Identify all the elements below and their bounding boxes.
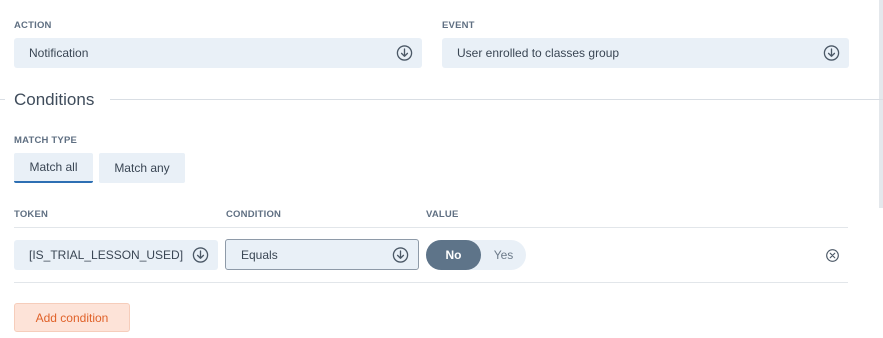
chevron-down-circle-icon [823, 45, 840, 61]
table-row-divider [14, 282, 848, 283]
token-select-value: [IS_TRIAL_LESSON_USED] [29, 248, 184, 262]
table-header-divider [14, 227, 848, 228]
condition-column-header: CONDITION [226, 209, 282, 220]
page-scrollbar[interactable] [879, 0, 883, 208]
action-select[interactable]: Notification [14, 38, 422, 68]
event-select[interactable]: User enrolled to classes group [442, 38, 849, 68]
section-divider-left [0, 99, 5, 100]
chevron-down-circle-icon [192, 247, 209, 263]
token-select[interactable]: [IS_TRIAL_LESSON_USED] [14, 240, 218, 270]
match-all-button[interactable]: Match all [14, 153, 93, 183]
value-column-header: VALUE [426, 209, 459, 220]
token-column-header: TOKEN [14, 209, 49, 220]
value-toggle[interactable]: No Yes [426, 240, 526, 270]
action-label: ACTION [14, 20, 52, 31]
chevron-down-circle-icon [392, 246, 409, 263]
value-no-option[interactable]: No [426, 240, 481, 270]
match-type-label: MATCH TYPE [14, 135, 78, 146]
add-condition-button[interactable]: Add condition [14, 303, 130, 332]
match-any-button[interactable]: Match any [99, 153, 185, 183]
condition-select-value: Equals [241, 247, 278, 262]
value-yes-option[interactable]: Yes [481, 240, 526, 270]
event-label: EVENT [442, 20, 475, 31]
action-select-value: Notification [29, 46, 89, 60]
section-divider [110, 99, 883, 100]
condition-select[interactable]: Equals [225, 239, 419, 270]
close-circle-icon[interactable] [825, 248, 840, 263]
chevron-down-circle-icon [396, 45, 413, 61]
conditions-title: Conditions [14, 90, 95, 109]
event-select-value: User enrolled to classes group [457, 46, 620, 60]
